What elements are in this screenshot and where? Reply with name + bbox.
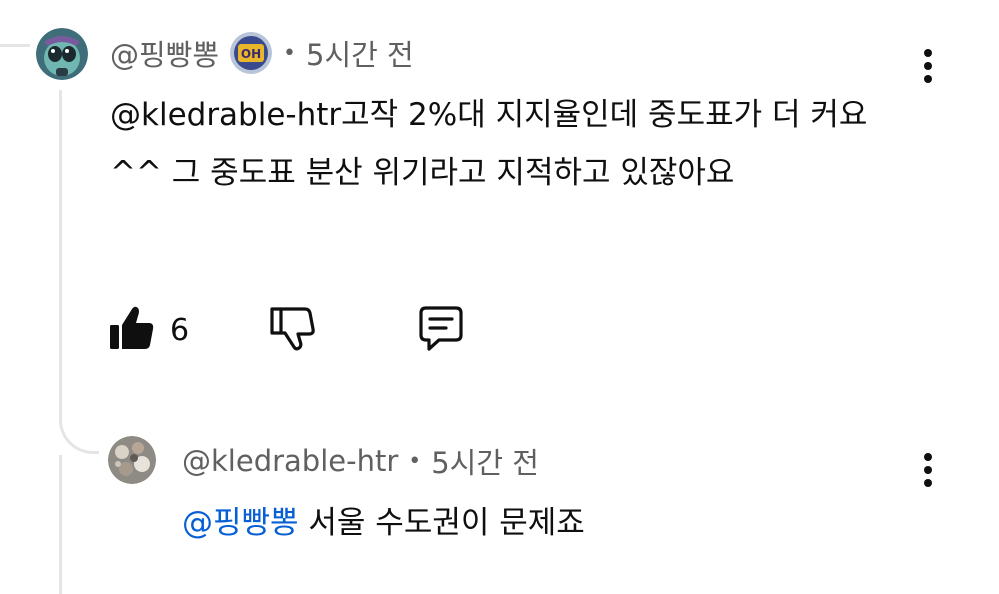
thread-connector-top [0, 44, 30, 47]
thread-line-bottom [59, 455, 62, 594]
reply-timestamp[interactable]: 5시간 전 [431, 440, 539, 482]
comment-actions: 6 [108, 303, 467, 357]
comment-timestamp[interactable]: 5시간 전 [306, 32, 414, 74]
like-count: 6 [170, 312, 190, 348]
thumbs-up-filled-icon [108, 303, 156, 357]
member-badge-icon: OH [229, 31, 273, 75]
comment-text: @kledrable-htr고작 2%대 지지율인데 중도표가 더 커요^^ 그… [110, 97, 868, 191]
reply-meta: @kledrable-htr • 5시간 전 [182, 438, 539, 484]
thread-line [59, 90, 62, 420]
dislike-button[interactable] [267, 303, 317, 357]
svg-text:OH: OH [241, 47, 261, 61]
like-button[interactable]: 6 [108, 303, 189, 357]
comment-author-avatar[interactable] [36, 28, 88, 80]
thread-reply-curve [59, 404, 99, 454]
reply-text: 서울 수도권이 문제죠 [298, 505, 585, 541]
reply-text-container: @핑빵뽕 서울 수도권이 문제죠 [182, 494, 942, 552]
meta-separator: • [283, 40, 297, 66]
thumbs-down-icon [267, 303, 317, 357]
comment-meta: @핑빵뽕 OH • 5시간 전 [110, 30, 414, 76]
meta-separator: • [408, 448, 422, 474]
more-vertical-icon[interactable] [920, 44, 936, 88]
reply-mention-link[interactable]: @핑빵뽕 [182, 505, 299, 541]
reply-author-name[interactable]: @kledrable-htr [182, 444, 398, 478]
reply-button[interactable] [415, 303, 467, 357]
more-vertical-icon[interactable] [920, 448, 936, 492]
comment-author-name[interactable]: @핑빵뽕 [110, 32, 219, 74]
comment-icon [415, 303, 467, 357]
reply-author-avatar[interactable] [108, 436, 156, 484]
